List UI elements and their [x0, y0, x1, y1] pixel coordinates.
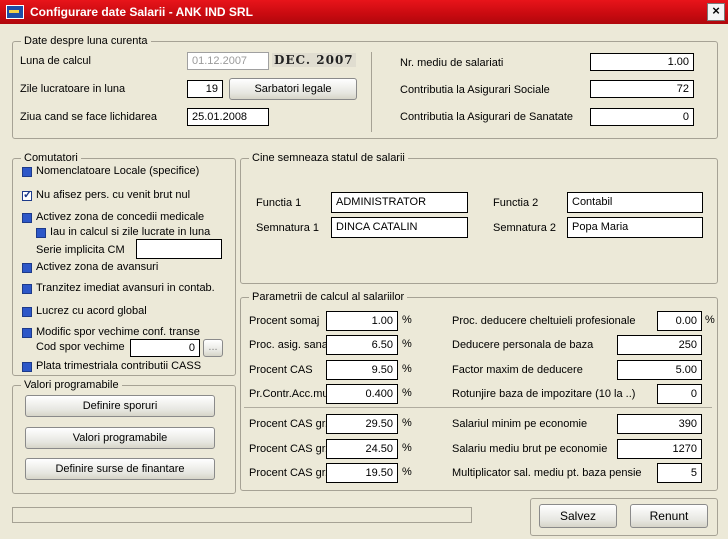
- concedii-label: Activez zona de concedii medicale: [36, 211, 205, 223]
- app-icon: [6, 5, 24, 19]
- zile-lucratoare-field[interactable]: 19: [187, 80, 223, 98]
- asig-sanatate-pct: %: [402, 338, 412, 350]
- status-bar: [12, 507, 472, 523]
- semnatura1-field[interactable]: DINCA CATALIN: [331, 217, 468, 238]
- spor-vechime-label: Modific spor vechime conf. transe: [36, 326, 200, 338]
- functia1-label: Functia 1: [256, 197, 302, 209]
- semneaza-legend: Cine semneaza statul de salarii: [252, 152, 405, 164]
- acord-global-label: Lucrez cu acord global: [36, 305, 147, 317]
- rotunjire-field[interactable]: 0: [657, 384, 702, 404]
- valori-programabile-button[interactable]: Valori programabile: [25, 427, 215, 449]
- luna-divider: [371, 52, 372, 132]
- cas2-label: Procent CAS gr. 2: [249, 443, 338, 455]
- luna-calcul-label: Luna de calcul: [20, 55, 91, 67]
- renunt-button[interactable]: Renunt: [630, 504, 708, 528]
- ded-baza-field[interactable]: 250: [617, 335, 702, 355]
- luna-curenta-legend: Date despre luna curenta: [24, 35, 148, 47]
- functia1-field[interactable]: ADMINISTRATOR: [331, 192, 468, 213]
- asig-sanatate-field[interactable]: 6.50: [326, 335, 398, 355]
- luna-calcul-field: 01.12.2007: [187, 52, 269, 70]
- semnatura2-field[interactable]: Popa Maria: [567, 217, 703, 238]
- somaj-field[interactable]: 1.00: [326, 311, 398, 331]
- cas-field[interactable]: 9.50: [326, 360, 398, 380]
- luna-text: DEC. 2007: [272, 53, 356, 67]
- acc-munca-field[interactable]: 0.400: [326, 384, 398, 404]
- ded-prof-pct: %: [705, 314, 715, 326]
- window-title: Configurare date Salarii - ANK IND SRL: [30, 5, 253, 19]
- nu-afisez-label: Nu afisez pers. cu venit brut nul: [36, 189, 191, 201]
- cas3-label: Procent CAS gr. 3: [249, 467, 338, 479]
- salvez-button[interactable]: Salvez: [539, 504, 617, 528]
- multiplicator-field[interactable]: 5: [657, 463, 702, 483]
- nomenclatoare-checkbox[interactable]: [22, 167, 32, 177]
- spor-vechime-checkbox[interactable]: [22, 328, 32, 338]
- cas-label: Procent CAS: [249, 364, 313, 376]
- close-button[interactable]: ×: [707, 3, 725, 21]
- somaj-pct: %: [402, 314, 412, 326]
- cas-pct: %: [402, 363, 412, 375]
- ded-baza-label: Deducere personala de baza: [452, 339, 594, 351]
- concedii-checkbox[interactable]: [22, 213, 32, 223]
- factor-label: Factor maxim de deducere: [452, 364, 583, 376]
- cas1-field[interactable]: 29.50: [326, 414, 398, 434]
- cas-social-label: Contributia la Asigurari Sociale: [400, 84, 550, 96]
- definire-sporuri-button[interactable]: Definire sporuri: [25, 395, 215, 417]
- ded-prof-field[interactable]: 0.00: [657, 311, 702, 331]
- plata-cass-label: Plata trimestriala contributii CASS: [36, 360, 202, 372]
- avansuri-checkbox[interactable]: [22, 263, 32, 273]
- cas2-field[interactable]: 24.50: [326, 439, 398, 459]
- iau-calcul-label: Iau in calcul si zile lucrate in luna: [50, 226, 211, 238]
- factor-field[interactable]: 5.00: [617, 360, 702, 380]
- somaj-label: Procent somaj: [249, 315, 320, 327]
- iau-calcul-checkbox[interactable]: [36, 228, 46, 238]
- rotunjire-label: Rotunjire baza de impozitare (10 la ..): [452, 388, 636, 400]
- tranzitez-checkbox[interactable]: [22, 284, 32, 294]
- sal-minim-label: Salariul minim pe economie: [452, 418, 588, 430]
- cas2-pct: %: [402, 442, 412, 454]
- cod-spor-field[interactable]: 0: [130, 339, 200, 357]
- nr-mediu-label: Nr. mediu de salariati: [400, 57, 504, 69]
- sal-mediu-label: Salariu mediu brut pe economie: [452, 443, 608, 455]
- sarbatori-legale-button[interactable]: Sarbatori legale: [229, 78, 357, 100]
- nomenclatoare-label: Nomenclatoare Locale (specifice): [36, 165, 200, 177]
- comutatori-legend: Comutatori: [24, 152, 78, 164]
- main-window: Date despre luna curenta Luna de calcul …: [0, 24, 728, 539]
- avansuri-label: Activez zona de avansuri: [36, 261, 159, 273]
- lichidare-label: Ziua cand se face lichidarea: [20, 111, 157, 123]
- parametrii-separator: [244, 407, 712, 408]
- nr-mediu-field[interactable]: 1.00: [590, 53, 694, 71]
- tranzitez-label: Tranzitez imediat avansuri in contab.: [36, 282, 215, 294]
- semnatura1-label: Semnatura 1: [256, 222, 319, 234]
- sal-minim-field[interactable]: 390: [617, 414, 702, 434]
- cass-field[interactable]: 0: [590, 108, 694, 126]
- parametrii-legend: Parametrii de calcul al salariilor: [252, 291, 405, 303]
- cas1-pct: %: [402, 417, 412, 429]
- cas-social-field[interactable]: 72: [590, 80, 694, 98]
- functia2-label: Functia 2: [493, 197, 539, 209]
- definire-surse-button[interactable]: Definire surse de finantare: [25, 458, 215, 480]
- acc-munca-pct: %: [402, 387, 412, 399]
- cass-label: Contributia la Asigurari de Sanatate: [400, 111, 574, 123]
- serie-cm-field[interactable]: [136, 239, 222, 259]
- acord-global-checkbox[interactable]: [22, 307, 32, 317]
- cas1-label: Procent CAS gr. 1: [249, 418, 338, 430]
- semnatura2-label: Semnatura 2: [493, 222, 556, 234]
- functia2-field[interactable]: Contabil: [567, 192, 703, 213]
- lichidare-field[interactable]: 25.01.2008: [187, 108, 269, 126]
- valori-legend: Valori programabile: [24, 379, 119, 391]
- plata-cass-checkbox[interactable]: [22, 362, 32, 372]
- sal-mediu-field[interactable]: 1270: [617, 439, 702, 459]
- cas3-field[interactable]: 19.50: [326, 463, 398, 483]
- cod-spor-browse-button[interactable]: ...: [203, 339, 223, 357]
- zile-lucratoare-label: Zile lucratoare in luna: [20, 83, 126, 95]
- serie-cm-label: Serie implicita CM: [36, 244, 125, 256]
- multiplicator-label: Multiplicator sal. mediu pt. baza pensie: [452, 467, 642, 479]
- nu-afisez-checkbox[interactable]: [22, 188, 32, 201]
- cod-spor-label: Cod spor vechime: [36, 341, 125, 353]
- ded-prof-label: Proc. deducere cheltuieli profesionale: [452, 315, 636, 327]
- cas3-pct: %: [402, 466, 412, 478]
- title-bar: Configurare date Salarii - ANK IND SRL ×: [0, 0, 728, 24]
